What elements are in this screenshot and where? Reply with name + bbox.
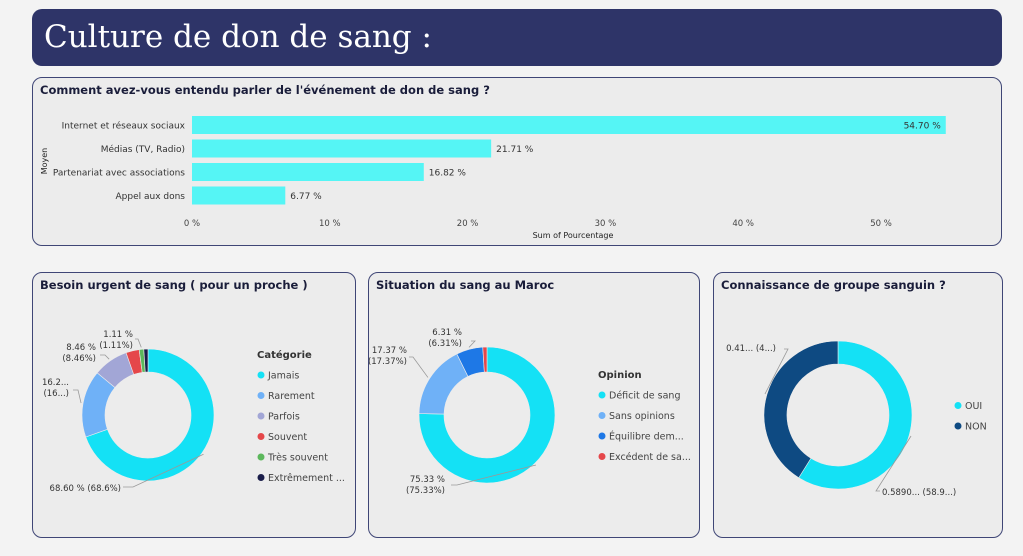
legend-label[interactable]: Parfois	[268, 412, 300, 423]
bar[interactable]	[192, 186, 286, 205]
x-tick-label: 10 %	[319, 219, 341, 229]
legend-label[interactable]: Souvent	[268, 432, 307, 443]
legend-marker[interactable]	[257, 474, 265, 481]
legend-label[interactable]: Extrêmement ...	[268, 473, 345, 484]
donut-chart-situation: 75.33 %(75.33%) 17.37 %(17.37%) 6.31 %(6.3…	[369, 328, 691, 496]
legend-marker[interactable]	[257, 433, 265, 440]
x-tick-label: 40 %	[732, 219, 754, 229]
legend-label[interactable]: NON	[965, 422, 987, 433]
page-title: Culture de don de sang :	[32, 9, 1002, 66]
bar-category-label: Internet et réseaux sociaux	[62, 121, 186, 132]
donut-data-label: 75.33 %	[410, 475, 445, 485]
donut-chart-besoin: 68.60 % (68.6%) 16.2...(16...) 8.46 %(8.46…	[42, 330, 345, 494]
legend-marker[interactable]	[954, 402, 962, 409]
bar[interactable]	[192, 139, 492, 158]
bar[interactable]	[192, 163, 424, 181]
bar-value-label: 54.70 %	[904, 122, 942, 132]
leader-line	[468, 340, 476, 348]
bar-value-label: 21.71 %	[496, 145, 534, 155]
legend-marker[interactable]	[598, 432, 606, 440]
legend-label[interactable]: Sans opinions	[609, 411, 675, 422]
donut-panel-connaissance: Connaissance de groupe sanguin ? 0.5890.…	[713, 272, 1003, 538]
donut-data-label: (8.46%)	[62, 354, 96, 364]
bar-category-label: Médias (TV, Radio)	[101, 144, 185, 155]
legend-marker[interactable]	[257, 392, 265, 399]
legend-label[interactable]: Déficit de sang	[609, 391, 680, 402]
x-tick-label: 0 %	[184, 219, 200, 229]
legend-label[interactable]: Très souvent	[267, 453, 328, 464]
legend-label[interactable]: Équilibre dem...	[609, 431, 684, 443]
donut-data-label: (1.11%)	[99, 341, 133, 351]
x-tick-label: 50 %	[870, 219, 892, 229]
x-axis-title: Sum of Pourcentage	[533, 231, 614, 240]
x-tick-label: 30 %	[595, 219, 617, 229]
legend-marker[interactable]	[257, 412, 265, 420]
legend-marker[interactable]	[598, 453, 606, 460]
leader-line	[135, 338, 142, 348]
donut-data-label: (6.31%)	[428, 339, 462, 349]
donut-panel-situation: Situation du sang au Maroc 75.33 % (75.33…	[368, 272, 700, 538]
bar-category-label: Appel aux dons	[116, 192, 186, 202]
donut-slice[interactable]	[763, 340, 839, 479]
bar-category-label: Partenariat avec associations	[53, 169, 185, 179]
legend-label[interactable]: Jamais	[267, 371, 299, 382]
leader-line	[409, 356, 429, 378]
legend-marker[interactable]	[598, 391, 606, 399]
bar-chart: Internet et réseaux sociaux 54.70 % Médias…	[40, 116, 946, 240]
legend-marker[interactable]	[257, 371, 265, 379]
legend-label[interactable]: Rarement	[268, 391, 315, 402]
legend-label[interactable]: Excédent de sa...	[609, 452, 691, 463]
legend-marker[interactable]	[954, 422, 962, 430]
bar[interactable]	[192, 116, 946, 134]
donut-data-label: 0.5890... (58.9...)	[882, 488, 956, 498]
donut-panel-besoin: Besoin urgent de sang ( pour un proche )…	[32, 272, 356, 538]
donut-data-label: 17.37 %	[372, 346, 407, 356]
donut-chart-connaissance: 0.5890... (58.9...) 0.41... (4...) OUI NON	[726, 340, 987, 498]
leader-line	[100, 354, 110, 360]
legend-marker[interactable]	[257, 453, 265, 461]
donut-data-label: 1.11 %	[103, 330, 133, 340]
donut-data-label: 6.31 %	[432, 328, 462, 338]
bar-value-label: 6.77 %	[290, 192, 322, 202]
legend-title: Opinion	[598, 370, 642, 381]
y-axis-title: Moyen	[40, 148, 49, 175]
bar-chart-panel: Comment avez-vous entendu parler de l'év…	[32, 77, 1002, 246]
bar-value-label: 16.82 %	[429, 169, 467, 179]
donut-data-label: (17.37%)	[369, 357, 407, 367]
leader-line	[73, 389, 82, 404]
legend-marker[interactable]	[598, 412, 606, 419]
legend-title: Catégorie	[257, 349, 312, 361]
donut-data-label: 16.2...	[42, 378, 69, 388]
donut-data-label: 0.41... (4...)	[726, 344, 776, 354]
legend-label[interactable]: OUI	[965, 401, 982, 412]
donut-data-label: (16...)	[43, 389, 69, 399]
donut-data-label: 68.60 % (68.6%)	[50, 484, 121, 494]
x-tick-label: 20 %	[457, 219, 479, 229]
donut-data-label: (75.33%)	[406, 486, 445, 496]
donut-data-label: 8.46 %	[66, 343, 96, 353]
donut-slice[interactable]	[418, 353, 469, 415]
